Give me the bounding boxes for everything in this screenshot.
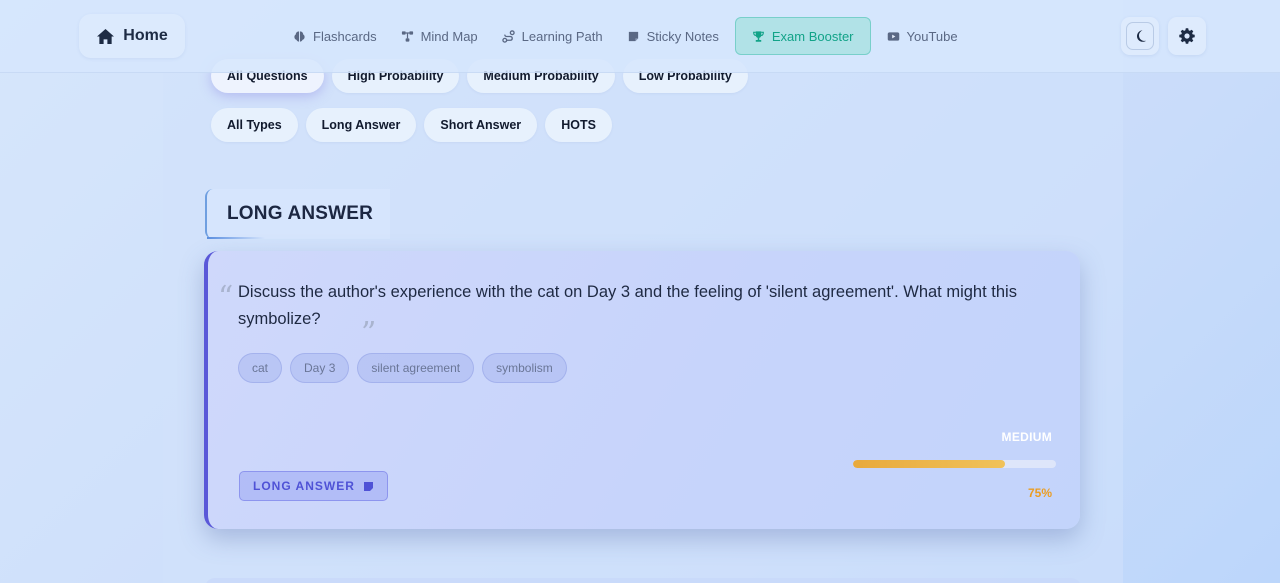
home-label: Home <box>123 27 168 44</box>
nav-youtube[interactable]: YouTube <box>875 17 970 55</box>
probability-bar-fill <box>853 460 1006 468</box>
filter-hots[interactable]: HOTS <box>545 108 612 142</box>
section-title: LONG ANSWER <box>227 203 374 224</box>
nav-sticky-notes-label: Sticky Notes <box>646 28 719 44</box>
section-heading: LONG ANSWER <box>205 189 390 239</box>
type-filter-row: All Types Long Answer Short Answer HOTS <box>211 108 612 142</box>
filter-short-answer[interactable]: Short Answer <box>424 108 538 142</box>
path-icon <box>501 29 515 43</box>
tag-chip: symbolism <box>482 353 567 383</box>
theme-toggle-button[interactable] <box>1121 17 1159 55</box>
nav-flashcards[interactable]: Flashcards <box>281 17 389 55</box>
nav-sticky-notes[interactable]: Sticky Notes <box>615 17 731 55</box>
tag-chip: silent agreement <box>357 353 475 383</box>
question-type-label: LONG ANSWER <box>253 479 355 493</box>
tag-chip: Day 3 <box>290 353 350 383</box>
tag-chip: cat <box>238 353 283 383</box>
nav-exam-booster[interactable]: Exam Booster <box>734 17 871 55</box>
filter-all-types[interactable]: All Types <box>211 108 298 142</box>
note-icon <box>363 481 373 491</box>
next-question-card <box>205 578 1081 583</box>
nav-mind-map-label: Mind Map <box>420 28 478 44</box>
filter-long-answer[interactable]: Long Answer <box>305 108 417 142</box>
probability-label: MEDIUM <box>1001 430 1052 444</box>
question-tags: cat Day 3 silent agreement symbolism <box>238 353 567 383</box>
probability-bar <box>853 460 1056 468</box>
open-quote-icon: “ <box>218 280 234 315</box>
mindmap-icon <box>401 30 413 42</box>
nav-mind-map[interactable]: Mind Map <box>389 17 490 55</box>
moon-icon <box>1137 30 1146 42</box>
home-button[interactable]: Home <box>79 14 185 58</box>
brain-icon <box>294 30 305 42</box>
gear-icon <box>1179 28 1195 44</box>
settings-button[interactable] <box>1168 17 1206 55</box>
probability-percent: 75% <box>1027 486 1052 500</box>
question-card[interactable]: “ Discuss the author's experience with t… <box>204 251 1080 529</box>
nav-exam-booster-label: Exam Booster <box>771 28 854 44</box>
close-quote-icon: ” <box>361 316 377 351</box>
question-type-badge[interactable]: LONG ANSWER <box>239 471 388 501</box>
main-nav: Flashcards Mind Map Learning Path Sticky… <box>281 17 970 55</box>
top-navigation-bar: Home Flashcards Mind Map Learning Path S… <box>0 0 1280 73</box>
nav-learning-path-label: Learning Path <box>521 28 603 44</box>
youtube-icon <box>887 31 899 41</box>
note-icon <box>628 31 638 41</box>
home-icon <box>97 28 115 44</box>
section-underline <box>207 237 265 239</box>
nav-learning-path[interactable]: Learning Path <box>490 17 615 55</box>
trophy-icon <box>752 30 764 42</box>
nav-flashcards-label: Flashcards <box>313 28 377 44</box>
nav-youtube-label: YouTube <box>906 28 958 44</box>
